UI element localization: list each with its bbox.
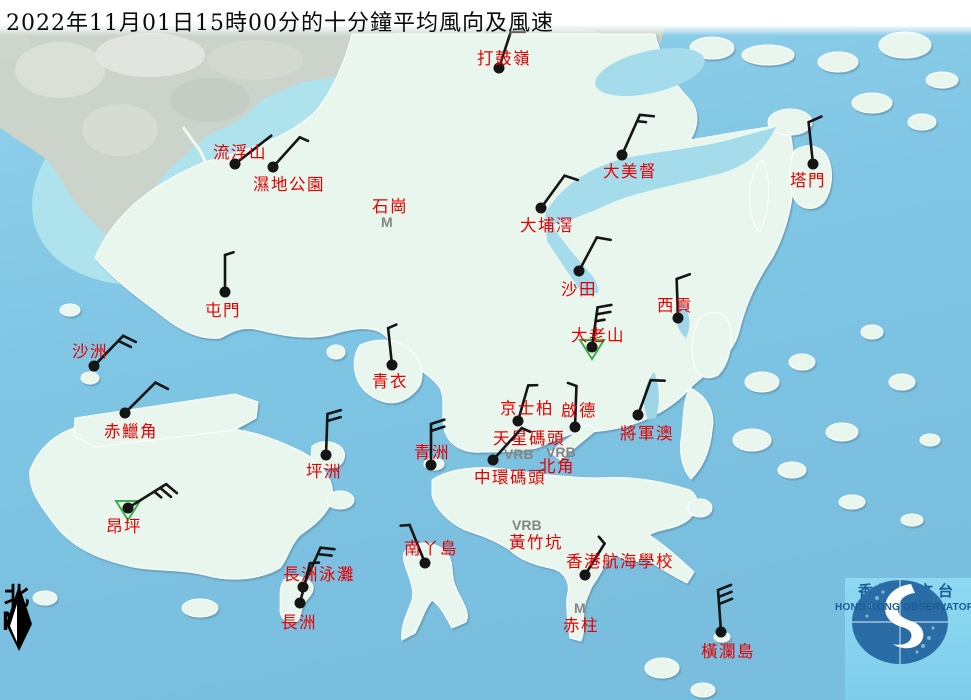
station-dot	[580, 570, 591, 581]
station-dot	[120, 408, 131, 419]
station-status: M	[381, 214, 393, 230]
north-arrow-icon	[2, 584, 36, 652]
station-label: 長洲	[281, 613, 317, 632]
wind-barb-tick	[320, 548, 334, 549]
station-label: 南丫島	[404, 539, 458, 558]
hko-logo-english: HONG KONG OBSERVATORY	[835, 601, 971, 613]
station-dot	[387, 360, 398, 371]
wind-barb-tick	[388, 325, 396, 329]
wind-barb-tick	[160, 488, 171, 497]
station-label: 濕地公園	[253, 175, 325, 194]
station-dot	[633, 410, 644, 421]
wind-barb-tick	[568, 383, 576, 386]
station-dot	[295, 598, 306, 609]
station-dot	[220, 287, 231, 298]
station-label: 橫瀾島	[701, 642, 755, 661]
hko-logo: 香港天文台 HONG KONG OBSERVATORY	[845, 578, 971, 700]
station-status: VRB	[512, 517, 542, 533]
wind-barb-tick	[565, 176, 578, 180]
wind-barb-shaft	[809, 122, 813, 164]
wind-barb-tick	[431, 427, 444, 431]
wind-barb-tick	[637, 121, 646, 122]
station-dot	[617, 150, 628, 161]
station-label: 大美督	[603, 162, 657, 181]
station-dot	[536, 203, 547, 214]
wind-barb-shaft	[638, 380, 651, 415]
station-label: 坪洲	[306, 462, 342, 481]
station-label: 黃竹坑	[509, 533, 563, 552]
station-label: 昂坪	[106, 517, 142, 536]
station-label: 赤柱	[563, 616, 599, 635]
station-label: 西貢	[657, 296, 693, 315]
wind-barb-tick	[809, 117, 822, 123]
wind-barb-tick	[155, 383, 167, 389]
station-dot	[89, 361, 100, 372]
station-dot	[268, 162, 279, 173]
station-dot	[488, 455, 499, 466]
hko-logo-icon	[845, 578, 955, 666]
wind-barb-tick	[719, 592, 732, 597]
wind-barb-tick	[599, 537, 605, 544]
station-layer: 流浮山濕地公園打鼓嶺大美督塔門M石崗大埔滘沙田屯門西貢大老山沙洲青衣赤鱲角坪洲青…	[0, 0, 971, 700]
wind-barb-tick	[166, 484, 177, 493]
wind-barb-tick	[640, 115, 654, 116]
station-label: 長洲泳灘	[283, 565, 355, 584]
wind-barb-tick	[597, 237, 611, 239]
station-dot	[716, 627, 727, 638]
station-dot	[123, 503, 134, 514]
station-dot	[574, 266, 585, 277]
station-label: 沙田	[561, 280, 597, 299]
wind-barb-tick	[431, 420, 444, 424]
wind-barb-tick	[327, 410, 340, 414]
station-label: 京士柏	[500, 399, 554, 418]
wind-barb-shaft	[125, 383, 155, 413]
wind-barb-tick	[327, 417, 340, 421]
station-label: 石崗	[372, 197, 408, 216]
wind-barb-tick	[596, 320, 605, 322]
station-label: 沙洲	[72, 342, 108, 361]
wind-barb-tick	[310, 563, 319, 564]
wind-barb-tick	[123, 336, 136, 342]
wind-barb-tick	[118, 341, 131, 347]
station-label: 啟德	[561, 401, 597, 420]
station-label: 赤鱲角	[104, 422, 158, 441]
wind-barb-tick	[719, 599, 732, 604]
station-dot	[808, 159, 819, 170]
wind-barb-tick	[225, 252, 234, 255]
wind-barb-tick	[401, 525, 410, 526]
wind-barb-tick	[597, 312, 611, 314]
wind-barb-tick	[300, 137, 308, 141]
wind-barb-shaft	[541, 176, 565, 208]
station-dot	[570, 422, 581, 433]
station-label: 將軍澳	[620, 424, 674, 443]
wind-barb-tick	[154, 492, 161, 498]
wind-barb-shaft	[273, 137, 300, 167]
station-label: 青洲	[414, 443, 450, 462]
station-dot	[420, 558, 431, 569]
station-label: 青衣	[372, 372, 408, 391]
wind-barb-shaft	[388, 328, 392, 365]
map-title: 2022年11月01日15時00分的十分鐘平均風向及風速	[6, 5, 554, 37]
wind-barb-shaft	[579, 237, 597, 271]
station-status: M	[574, 600, 586, 616]
station-label: 流浮山	[213, 143, 267, 162]
station-label: 打鼓嶺	[477, 49, 531, 68]
station-label: 屯門	[205, 301, 241, 320]
wind-barb-tick	[598, 305, 612, 307]
station-label: 香港航海學校	[566, 552, 674, 571]
station-label: 塔門	[790, 171, 826, 190]
wind-barb-tick	[318, 554, 332, 555]
station-label: 中環碼頭	[474, 468, 546, 487]
station-status: VRB	[504, 446, 534, 462]
compass-north: 北 N	[2, 584, 38, 633]
station-label: 大埔滘	[520, 216, 574, 235]
station-label: 大老山	[571, 326, 625, 345]
weather-map-page: 流浮山濕地公園打鼓嶺大美督塔門M石崗大埔滘沙田屯門西貢大老山沙洲青衣赤鱲角坪洲青…	[0, 0, 971, 700]
wind-barb-tick	[677, 274, 690, 279]
station-dot	[321, 450, 332, 461]
wind-barb-tick	[718, 585, 731, 590]
